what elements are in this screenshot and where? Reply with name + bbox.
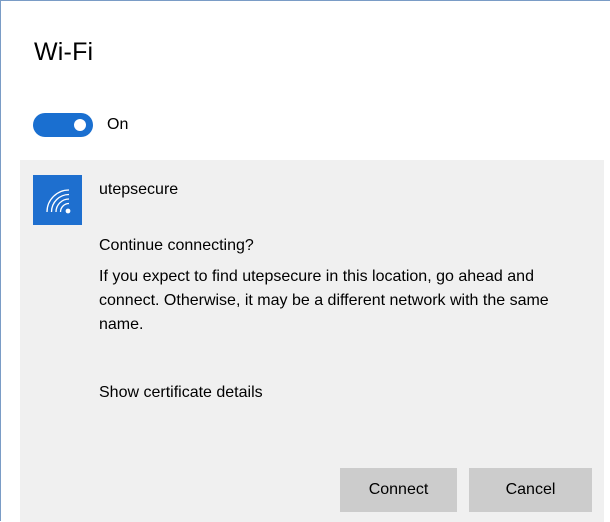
connect-prompt: Continue connecting? bbox=[99, 237, 254, 254]
toggle-knob bbox=[74, 119, 86, 131]
connect-button[interactable]: Connect bbox=[340, 468, 457, 512]
wifi-toggle-label: On bbox=[107, 116, 129, 133]
wifi-toggle-row: On bbox=[33, 113, 128, 137]
page-title: Wi-Fi bbox=[34, 38, 94, 66]
network-description: If you expect to find utepsecure in this… bbox=[99, 268, 549, 333]
wifi-signal-icon bbox=[33, 175, 82, 225]
wifi-toggle[interactable] bbox=[33, 113, 93, 137]
show-certificate-link[interactable]: Show certificate details bbox=[99, 384, 263, 402]
network-name: utepsecure bbox=[99, 181, 179, 198]
wifi-settings-window: Wi-Fi On utepsecure Continue connecting?… bbox=[0, 0, 610, 522]
cancel-button[interactable]: Cancel bbox=[469, 468, 592, 512]
network-panel: utepsecure Continue connecting? If you e… bbox=[20, 160, 604, 522]
